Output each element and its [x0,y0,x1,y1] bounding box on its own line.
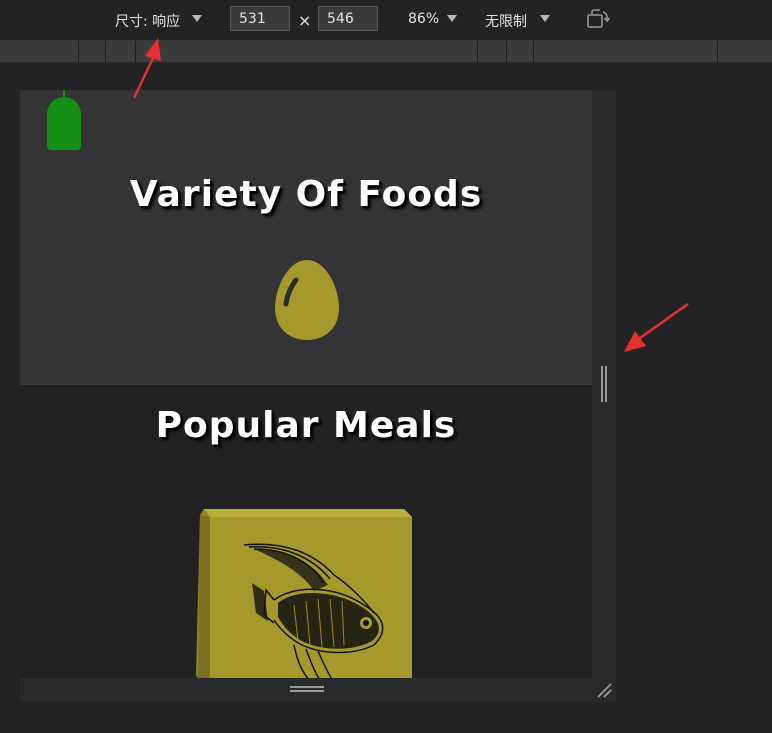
right-resize-handle[interactable] [592,90,616,678]
ruler-divider [135,41,136,62]
times-symbol: × [298,11,312,30]
throttle-dropdown[interactable]: 无限制 [485,11,527,31]
corner-resize-icon[interactable] [596,682,612,698]
section-title: Variety Of Foods [129,174,483,215]
ruler-divider [717,41,718,62]
zoom-dropdown[interactable]: 86% [408,11,439,27]
ruler-divider [477,41,478,62]
egg-icon [275,260,339,340]
dimensions-caret-icon[interactable] [192,15,202,22]
width-input[interactable] [230,6,290,31]
height-input[interactable] [318,6,378,31]
variety-section: Variety Of Foods [20,90,592,385]
green-badge-icon [47,90,81,150]
device-viewport-frame: Variety Of Foods Popular Meals [20,90,616,702]
ruler-divider [506,41,507,62]
zoom-caret-icon[interactable] [447,15,457,22]
throttle-caret-icon[interactable] [540,15,550,22]
vertical-grip-icon[interactable] [601,366,607,402]
dimensions-dropdown[interactable]: 尺寸: 响应 [115,11,180,31]
device-toolbar: 尺寸: 响应 × 86% 无限制 [0,0,772,41]
ruler-divider [533,41,534,62]
bottom-resize-handle[interactable] [20,678,616,702]
page-viewport: Variety Of Foods Popular Meals [20,90,592,678]
ruler-divider [105,41,106,62]
horizontal-grip-icon[interactable] [290,686,324,692]
popular-meals-section: Popular Meals [20,385,592,678]
annotation-arrow-icon [624,302,689,352]
section-title: Popular Meals [155,405,457,446]
media-query-ruler[interactable] [0,41,772,63]
rotate-device-icon[interactable] [586,9,610,29]
ruler-divider [78,41,79,62]
fish-illustration-icon [196,509,412,678]
